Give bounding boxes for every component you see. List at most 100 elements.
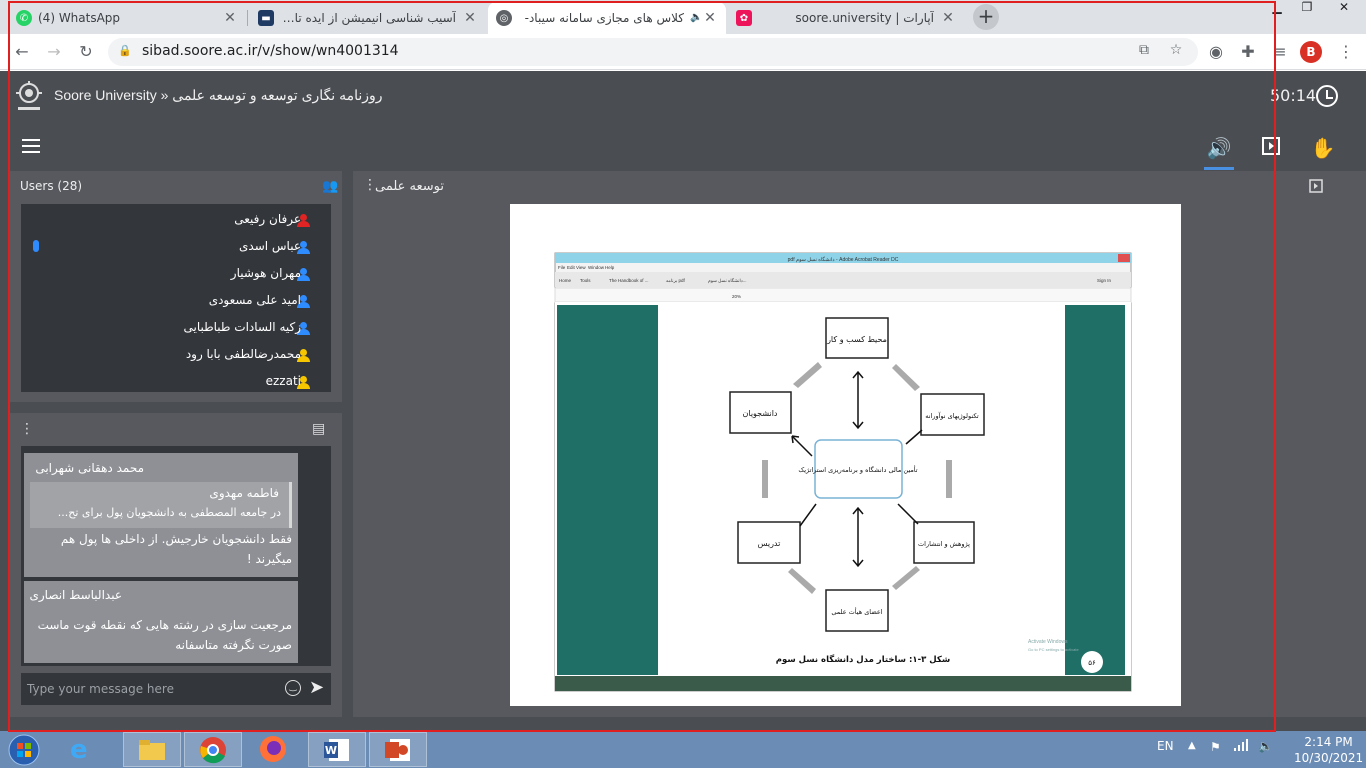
users-header: Users (28) xyxy=(20,179,83,193)
forward-icon[interactable]: → xyxy=(42,40,66,64)
watermark-line2: Go to PC settings to activate xyxy=(1028,647,1079,652)
reading-list-icon[interactable]: ≡ xyxy=(1268,40,1292,64)
reader-tab[interactable]: The Handbook of ... xyxy=(609,278,649,283)
close-tab-icon[interactable]: ✕ xyxy=(222,10,238,26)
extension-circle-icon[interactable]: ◉ xyxy=(1204,40,1228,64)
internet-explorer-icon[interactable]: e xyxy=(70,735,88,765)
clock-date: 10/30/2021 xyxy=(1294,751,1364,765)
tab-title: (4) WhatsApp xyxy=(38,11,121,25)
close-tab-icon[interactable]: ✕ xyxy=(940,10,956,26)
show-hidden-icons-icon[interactable]: ▲ xyxy=(1188,740,1196,751)
close-tab-icon[interactable]: ✕ xyxy=(462,10,478,26)
speaker-icon[interactable]: 🔈 xyxy=(690,10,702,26)
tab-animation[interactable]: ▬ آسیب شناسی انیمیشن از ایده تا بازاریاب… xyxy=(250,2,486,34)
user-name: عرفان رفیعی xyxy=(234,212,301,226)
user-list-item[interactable]: زکیه السادات طباطبایی xyxy=(21,315,331,342)
extensions-puzzle-icon[interactable]: ✚ xyxy=(1236,40,1260,64)
tab-whatsapp[interactable]: ✆ (4) WhatsApp ✕ xyxy=(8,2,246,34)
language-indicator[interactable]: EN xyxy=(1157,739,1174,753)
file-explorer-icon[interactable] xyxy=(123,732,181,767)
firefox-icon[interactable] xyxy=(258,734,288,768)
tab-aparat[interactable]: ✿ آپارات | soore.university ✕ xyxy=(728,2,964,34)
user-name: زکیه السادات طباطبایی xyxy=(183,320,301,334)
user-name: محمدرضالطفی بابا رود xyxy=(185,347,301,361)
user-list-item[interactable]: عرفان رفیعی xyxy=(21,207,331,234)
presentation-title: توسعه علمی xyxy=(375,179,445,194)
message-sender: محمد دهقانی شهرابی xyxy=(35,461,144,475)
sign-in-link[interactable]: Sign In xyxy=(1097,278,1112,283)
user-list-item[interactable]: ezzati xyxy=(21,369,331,392)
user-name: ezzati xyxy=(265,374,301,388)
zoom-level[interactable]: 20% xyxy=(732,294,741,299)
speaker-audio-icon[interactable]: 🔊 xyxy=(1204,135,1234,170)
back-icon[interactable]: ← xyxy=(10,40,34,64)
address-bar[interactable]: 🔒 sibad.soore.ac.ir/v/show/wn4001314 ⧉ ☆ xyxy=(108,38,1198,66)
windows-taskbar: e W EN ▲ ⚑ 🔈 2:14 PM 10/30/2021 xyxy=(0,731,1366,768)
lock-icon: 🔒 xyxy=(118,44,132,57)
node-business-env: محیط کسب و کار xyxy=(826,335,887,344)
tab-title: آپارات | soore.university xyxy=(795,11,934,25)
translate-icon[interactable]: ⧉ xyxy=(1134,42,1154,62)
node-students: دانشجویان xyxy=(743,409,778,418)
clapper-icon: ▬ xyxy=(258,10,274,26)
close-window-button[interactable]: ✕ xyxy=(1322,0,1366,18)
profile-avatar[interactable]: B xyxy=(1300,41,1322,63)
figure-caption: شکل ۳-۱: ساختار مدل دانشگاه نسل سوم xyxy=(776,654,950,665)
menu-item[interactable]: File xyxy=(558,265,566,270)
volume-icon[interactable]: 🔈 xyxy=(1258,739,1273,753)
chat-message: عبدالباسط انصاری مرجعیت سازی در رشته های… xyxy=(24,581,298,663)
reader-tab[interactable]: Tools xyxy=(580,278,591,283)
user-list-item[interactable]: عباس اسدی xyxy=(21,234,331,261)
powerpoint-icon[interactable] xyxy=(369,732,427,767)
menu-item[interactable]: Edit xyxy=(567,265,576,270)
message-body: مرجعیت سازی در رشته هایی که نقطه قوت ماس… xyxy=(38,615,292,655)
chrome-icon[interactable] xyxy=(184,732,242,767)
user-list-item[interactable]: محمدرضالطفی بابا رود xyxy=(21,342,331,369)
browser-tabstrip: ✆ (4) WhatsApp ✕ ▬ آسیب شناسی انیمیشن از… xyxy=(0,0,1366,34)
emoji-icon[interactable]: ‿ xyxy=(285,680,301,696)
chat-input[interactable]: Type your message here ‿ ➤ xyxy=(21,673,331,705)
network-icon[interactable] xyxy=(1234,739,1248,754)
presentation-toggle-icon[interactable] xyxy=(1258,135,1284,161)
message-body: فقط دانشجویان خارجیش. از داخلی ها پول هم… xyxy=(61,529,292,569)
bookmark-star-icon[interactable]: ☆ xyxy=(1166,42,1186,62)
close-tab-icon[interactable]: ✕ xyxy=(702,10,718,26)
reader-title: pdf دانشگاه نسل سوم - Adobe Acrobat Read… xyxy=(788,256,899,263)
main-layout: Users (28) 👥 عرفان رفیعی عباس اسدی مهران ه… xyxy=(0,171,1366,731)
start-button[interactable] xyxy=(6,733,46,766)
new-tab-button[interactable]: + xyxy=(973,4,999,30)
minimize-presentation-icon[interactable] xyxy=(1309,179,1323,197)
menu-item[interactable]: Window xyxy=(588,265,605,270)
restore-button[interactable]: ❐ xyxy=(1292,0,1322,18)
tab-sibad[interactable]: ◎ کلاس های مجازی سامانه سیباد- 🔈 ✕ xyxy=(488,2,726,34)
reader-tab[interactable]: Home xyxy=(559,278,572,283)
user-list-item[interactable]: مهران هوشیار xyxy=(21,261,331,288)
word-icon[interactable]: W xyxy=(308,732,366,767)
reader-tab[interactable]: دانشگاه نسل سوم... xyxy=(708,277,747,284)
chat-messages: محمد دهقانی شهرابی فاطمه مهدوی در جامعه … xyxy=(21,446,331,666)
app-header: Soore University » روزنامه نگاری توسعه و… xyxy=(0,71,1366,123)
minimize-button[interactable]: ▁ xyxy=(1262,0,1292,18)
node-research: پژوهش و انتشارات xyxy=(918,540,970,548)
browser-toolbar: ← → ↻ 🔒 sibad.soore.ac.ir/v/show/wn40013… xyxy=(0,34,1366,70)
bigbluebutton-app: Soore University » روزنامه نگاری توسعه و… xyxy=(0,71,1366,731)
meeting-title: Soore University » روزنامه نگاری توسعه و… xyxy=(54,87,383,103)
quoted-sender: فاطمه مهدوی xyxy=(209,486,279,500)
menu-kebab-icon[interactable]: ⋮ xyxy=(1334,40,1358,64)
reload-icon[interactable]: ↻ xyxy=(74,40,98,64)
manage-users-icon[interactable]: 👥 xyxy=(322,179,338,194)
chat-options-icon[interactable]: ⋮ xyxy=(20,421,34,437)
action-center-flag-icon[interactable]: ⚑ xyxy=(1210,740,1221,754)
user-list-item[interactable]: امید علی مسعودی xyxy=(21,288,331,315)
university-logo xyxy=(16,81,42,110)
system-clock[interactable]: 2:14 PM 10/30/2021 xyxy=(1294,734,1363,766)
page-number: ۵۶ xyxy=(1088,659,1096,667)
presentation-panel: ⋮ توسعه علمی pdf دانشگاه نسل سوم - Adobe… xyxy=(353,171,1366,717)
raise-hand-icon[interactable]: ✋ xyxy=(1310,135,1336,161)
menu-item[interactable]: Help xyxy=(605,265,615,270)
tab-title: آسیب شناسی انیمیشن از ایده تا بازاریابی … xyxy=(280,11,456,25)
menu-item[interactable]: View xyxy=(576,265,586,270)
chat-panel: ⋮ ▤ محمد دهقانی شهرابی فاطمه مهدوی در جا… xyxy=(10,413,342,717)
hamburger-menu-icon[interactable] xyxy=(22,139,40,153)
send-icon[interactable]: ➤ xyxy=(309,677,324,698)
